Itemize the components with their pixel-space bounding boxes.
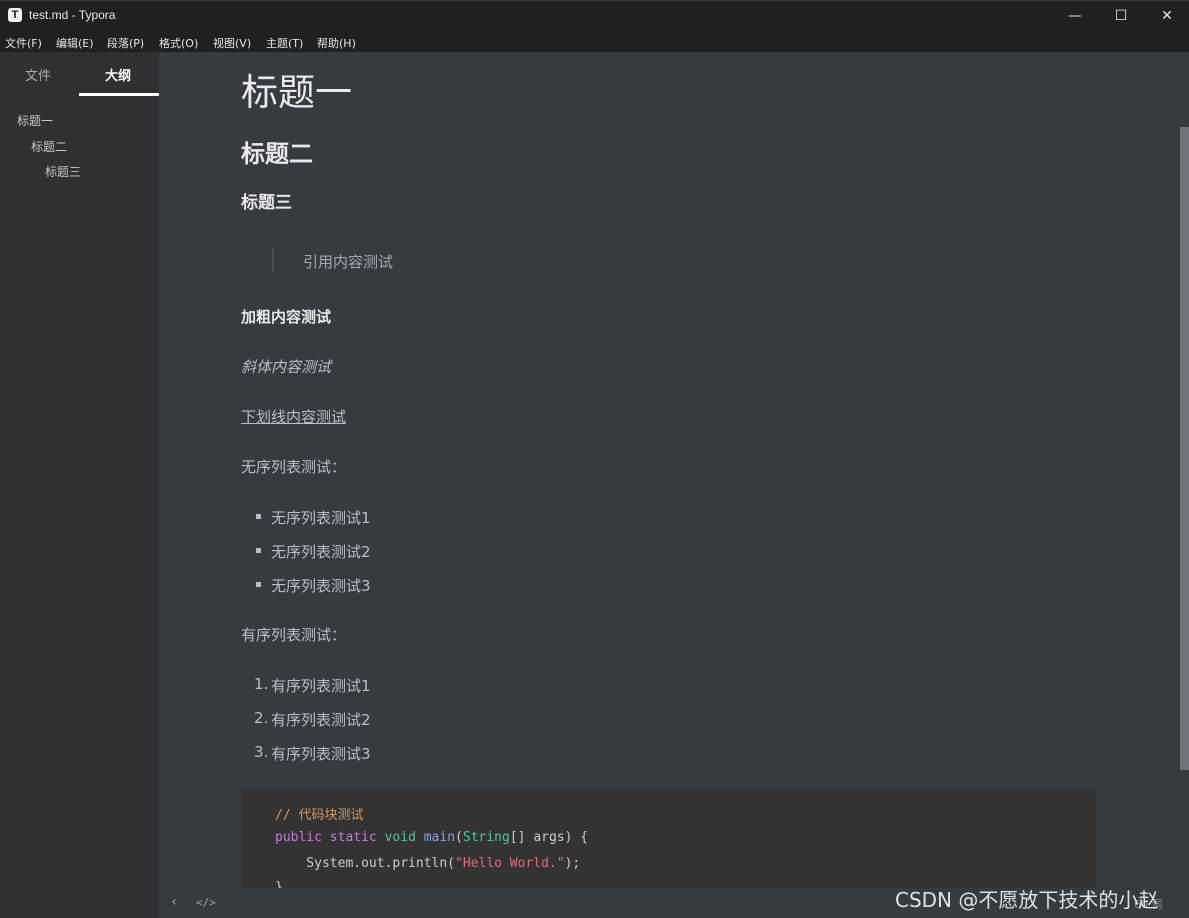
menu-paragraph[interactable]: 段落(P) — [107, 35, 144, 51]
ordered-list-intro[interactable]: 有序列表测试： — [241, 624, 346, 645]
menu-bar: 文件(F) 编辑(E) 段落(P) 格式(O) 视图(V) 主题(T) 帮助(H… — [0, 30, 1189, 52]
list-item[interactable]: 有序列表测试1 — [271, 675, 371, 696]
close-button[interactable]: ✕ — [1144, 1, 1189, 31]
list-number: 3. — [254, 743, 269, 761]
outline-item-h3[interactable]: 标题三 — [45, 163, 81, 180]
bullet-marker — [256, 548, 261, 553]
source-code-icon[interactable]: </> — [196, 896, 216, 909]
list-item[interactable]: 无序列表测试2 — [271, 541, 371, 562]
heading-3[interactable]: 标题三 — [241, 188, 292, 213]
code-type: String — [462, 830, 510, 845]
tab-files[interactable]: 文件 — [25, 65, 51, 84]
bullet-marker — [256, 514, 261, 519]
minimize-button[interactable]: — — [1052, 1, 1098, 31]
italic-text[interactable]: 斜体内容测试 — [241, 356, 331, 377]
bullet-marker — [256, 582, 261, 587]
bold-text[interactable]: 加粗内容测试 — [241, 306, 331, 327]
editor-area[interactable]: 标题一 标题二 标题三 引用内容测试 加粗内容测试 斜体内容测试 下划线内容测试… — [159, 52, 1189, 888]
menu-help[interactable]: 帮助(H) — [317, 35, 356, 51]
code-punct: ( — [455, 830, 463, 845]
unordered-list-intro[interactable]: 无序列表测试： — [241, 456, 346, 477]
code-keyword: static — [329, 830, 377, 845]
chevron-left-icon[interactable]: ‹ — [170, 894, 178, 910]
code-keyword: public — [275, 830, 322, 845]
code-punct: ); — [564, 856, 581, 871]
menu-file[interactable]: 文件(F) — [5, 35, 42, 51]
code-call: System.out.println( — [275, 856, 456, 871]
window-title: test.md - Typora — [29, 8, 116, 22]
title-bar: T test.md - Typora — ☐ ✕ — [0, 0, 1189, 30]
list-item[interactable]: 有序列表测试3 — [271, 743, 371, 764]
code-function: main — [423, 830, 456, 845]
heading-1[interactable]: 标题一 — [241, 62, 352, 116]
menu-theme[interactable]: 主题(T) — [266, 35, 303, 51]
blockquote-bar — [272, 247, 274, 273]
blockquote-text[interactable]: 引用内容测试 — [303, 251, 393, 272]
typora-logo-icon: T — [8, 8, 22, 22]
maximize-button[interactable]: ☐ — [1098, 1, 1144, 31]
outline-item-h2[interactable]: 标题二 — [31, 138, 67, 155]
list-item[interactable]: 无序列表测试1 — [271, 507, 371, 528]
menu-view[interactable]: 视图(V) — [213, 35, 251, 51]
code-line-closing: } — [275, 880, 283, 888]
vertical-scrollbar[interactable] — [1180, 127, 1189, 770]
menu-edit[interactable]: 编辑(E) — [56, 35, 94, 51]
code-keyword: void — [384, 830, 416, 845]
list-number: 2. — [254, 709, 269, 727]
code-line-println: System.out.println("Hello World."); — [275, 856, 580, 871]
menu-format[interactable]: 格式(O) — [159, 35, 198, 51]
active-tab-indicator — [79, 93, 159, 96]
list-number: 1. — [254, 675, 269, 693]
code-line-main: public static void main(String[] args) { — [275, 830, 588, 845]
code-args: [] args) { — [509, 830, 589, 845]
list-item[interactable]: 无序列表测试3 — [271, 575, 371, 596]
heading-2[interactable]: 标题二 — [241, 134, 313, 169]
sidebar: 文件 大纲 标题一 标题二 标题三 — [0, 52, 159, 918]
list-item[interactable]: 有序列表测试2 — [271, 709, 371, 730]
tab-outline[interactable]: 大纲 — [105, 65, 131, 84]
watermark: CSDN @不愿放下技术的小赵 — [895, 888, 1159, 912]
underline-text[interactable]: 下划线内容测试 — [241, 406, 346, 427]
code-block[interactable]: // 代码块测试 public static void main(String[… — [241, 790, 1096, 888]
code-string: "Hello World." — [455, 856, 565, 871]
code-comment: // 代码块测试 — [275, 808, 364, 823]
outline-item-h1[interactable]: 标题一 — [17, 112, 53, 129]
